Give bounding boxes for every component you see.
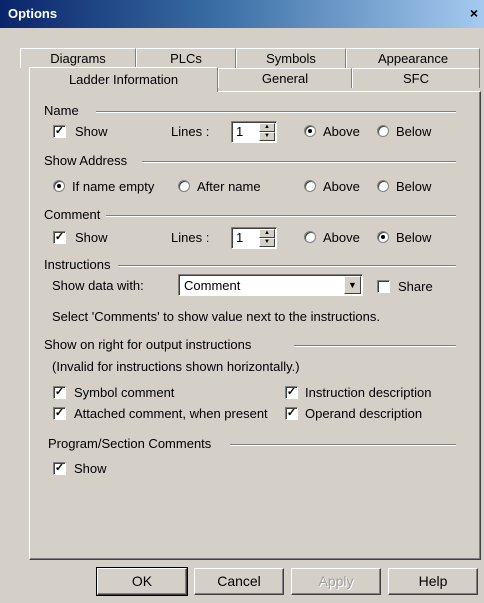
address-below-radio[interactable] bbox=[377, 180, 389, 192]
name-above-label: Above bbox=[323, 124, 360, 139]
program-group-separator bbox=[230, 444, 456, 446]
name-show-label: Show bbox=[75, 124, 108, 139]
name-lines-spinner[interactable]: 1 ▲ ▼ bbox=[231, 121, 277, 143]
name-below-label: Below bbox=[396, 124, 432, 139]
comment-group-separator bbox=[106, 215, 456, 217]
window-title: Options bbox=[8, 6, 58, 21]
cancel-button[interactable]: Cancel bbox=[194, 568, 284, 595]
output-group-note: (Invalid for instructions shown horizont… bbox=[52, 359, 300, 374]
name-below-radio[interactable] bbox=[377, 125, 389, 137]
spin-down-icon[interactable]: ▼ bbox=[259, 132, 275, 141]
tab-plcs[interactable]: PLCs bbox=[136, 48, 236, 68]
show-data-combobox[interactable]: Comment ▼ bbox=[178, 274, 363, 296]
address-above-label: Above bbox=[323, 179, 360, 194]
chevron-down-icon[interactable]: ▼ bbox=[344, 276, 361, 294]
address-group-title: Show Address bbox=[44, 153, 128, 168]
attached-comment-checkbox[interactable]: ✓ bbox=[53, 407, 66, 420]
options-dialog: Options × Diagrams PLCs Symbols Appearan… bbox=[0, 0, 484, 603]
show-data-with-label: Show data with: bbox=[52, 278, 144, 293]
instruction-description-label: Instruction description bbox=[305, 385, 432, 400]
address-above-radio[interactable] bbox=[304, 180, 316, 192]
spin-up-icon[interactable]: ▲ bbox=[259, 229, 275, 238]
tab-appearance[interactable]: Appearance bbox=[346, 48, 480, 68]
comment-above-radio[interactable] bbox=[304, 231, 316, 243]
close-icon[interactable]: × bbox=[466, 6, 482, 22]
tab-general[interactable]: General bbox=[218, 68, 352, 88]
program-group-title: Program/Section Comments bbox=[48, 436, 212, 451]
comment-below-radio[interactable] bbox=[377, 231, 389, 243]
name-group-separator bbox=[96, 111, 456, 113]
attached-comment-label: Attached comment, when present bbox=[74, 406, 268, 421]
help-button[interactable]: Help bbox=[388, 568, 478, 595]
operand-description-label: Operand description bbox=[305, 406, 423, 421]
operand-description-checkbox[interactable]: ✓ bbox=[285, 407, 298, 420]
tab-diagrams[interactable]: Diagrams bbox=[20, 48, 136, 68]
address-after-name-label: After name bbox=[197, 179, 261, 194]
output-group-separator bbox=[294, 345, 456, 347]
name-lines-label: Lines : bbox=[171, 124, 210, 139]
share-label: Share bbox=[398, 279, 433, 294]
share-checkbox[interactable] bbox=[377, 280, 390, 293]
address-below-label: Below bbox=[396, 179, 432, 194]
address-if-name-empty-label: If name empty bbox=[72, 179, 155, 194]
instruction-description-checkbox[interactable]: ✓ bbox=[285, 386, 298, 399]
name-show-checkbox[interactable]: ✓ bbox=[53, 125, 66, 138]
tab-ladder-information[interactable]: Ladder Information bbox=[29, 67, 218, 92]
comment-lines-spinner[interactable]: 1 ▲ ▼ bbox=[231, 227, 277, 249]
address-if-name-empty-radio[interactable] bbox=[53, 180, 65, 192]
symbol-comment-label: Symbol comment bbox=[74, 385, 175, 400]
address-group-separator bbox=[142, 161, 456, 163]
address-after-name-radio[interactable] bbox=[178, 180, 190, 192]
program-show-label: Show bbox=[74, 461, 107, 476]
program-show-checkbox[interactable]: ✓ bbox=[53, 462, 66, 475]
comment-show-label: Show bbox=[75, 230, 108, 245]
show-data-value: Comment bbox=[184, 278, 241, 293]
comment-lines-value: 1 bbox=[236, 230, 244, 245]
instructions-group-separator bbox=[118, 265, 456, 267]
output-group-title: Show on right for output instructions bbox=[44, 337, 252, 352]
comment-below-label: Below bbox=[396, 230, 432, 245]
spin-up-icon[interactable]: ▲ bbox=[259, 123, 275, 132]
title-bar: Options × bbox=[0, 0, 484, 28]
name-group-title: Name bbox=[44, 103, 79, 118]
comment-group-title: Comment bbox=[44, 207, 101, 222]
name-above-radio[interactable] bbox=[304, 125, 316, 137]
name-lines-value: 1 bbox=[236, 124, 244, 139]
comment-lines-label: Lines : bbox=[171, 230, 210, 245]
tab-symbols[interactable]: Symbols bbox=[236, 48, 346, 68]
tab-sfc[interactable]: SFC bbox=[352, 68, 480, 88]
spin-down-icon[interactable]: ▼ bbox=[259, 238, 275, 247]
apply-button[interactable]: Apply bbox=[291, 568, 381, 595]
ok-button[interactable]: OK bbox=[96, 567, 188, 596]
comment-show-checkbox[interactable]: ✓ bbox=[53, 231, 66, 244]
symbol-comment-checkbox[interactable]: ✓ bbox=[53, 386, 66, 399]
comment-above-label: Above bbox=[323, 230, 360, 245]
instructions-hint: Select 'Comments' to show value next to … bbox=[52, 309, 380, 324]
instructions-group-title: Instructions bbox=[44, 257, 111, 272]
